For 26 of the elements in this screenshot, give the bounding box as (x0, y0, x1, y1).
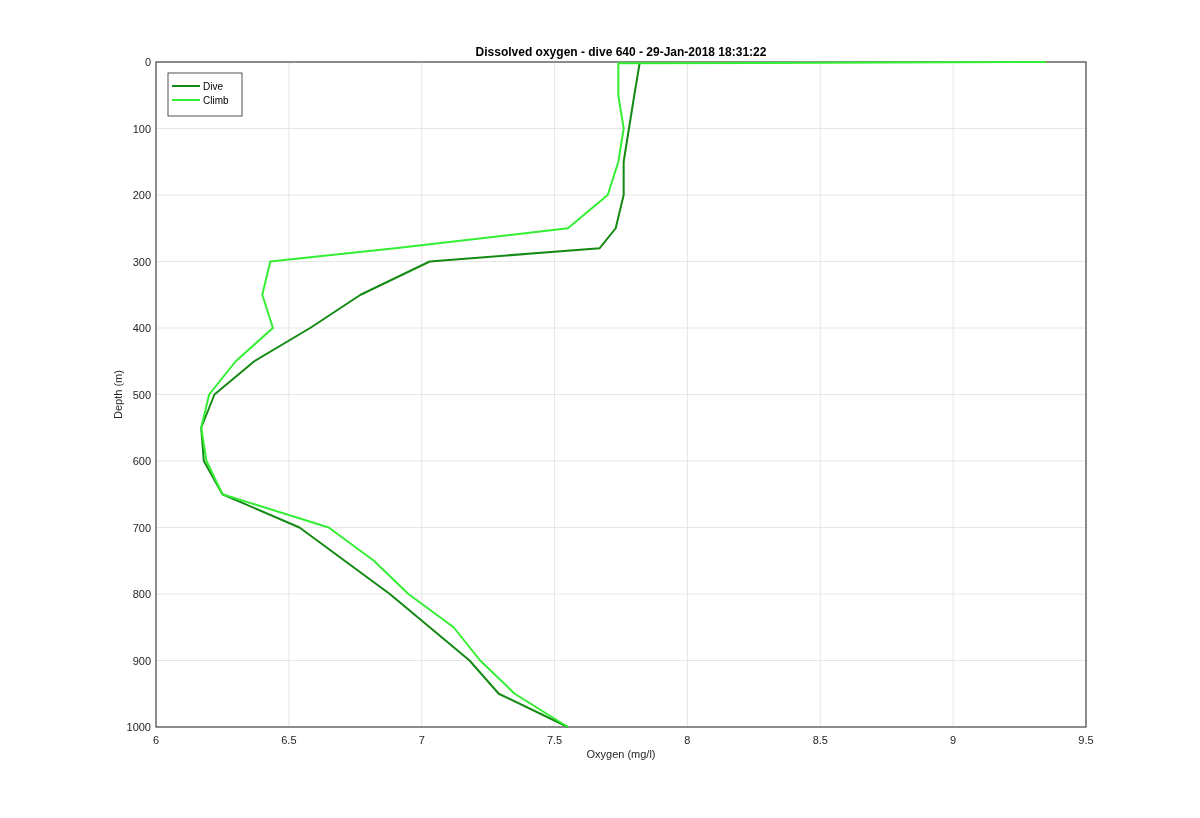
x-tick-label: 7 (418, 734, 425, 746)
y-tick-label: 200 (132, 189, 151, 201)
y-tick-label: 700 (132, 521, 151, 534)
y-tick-label: 100 (132, 122, 151, 135)
x-tick-label: 8 (684, 734, 691, 746)
x-tick-label: 7.5 (546, 734, 563, 746)
x-tick-label: 9.5 (1078, 734, 1094, 746)
x-tick-label: 8.5 (812, 734, 828, 746)
x-tick-label: 6.5 (281, 734, 297, 746)
y-tick-label: 400 (132, 322, 151, 334)
y-tick-label: 0 (144, 56, 151, 68)
y-tick-label: 800 (132, 588, 151, 600)
x-tick-label: 9 (950, 734, 957, 746)
y-tick-label: 900 (132, 654, 151, 667)
y-axis-label: Depth (m) (112, 370, 124, 419)
x-axis-label: Oxygen (mg/l) (586, 748, 656, 760)
x-tick-label: 6 (152, 734, 160, 746)
y-tick-label: 500 (132, 388, 151, 401)
legend-label: Dive (203, 81, 223, 92)
y-tick-label: 600 (132, 455, 151, 467)
legend-line (171, 85, 201, 87)
y-tick-label: 300 (132, 255, 151, 268)
legend-line (171, 99, 201, 101)
y-tick-label: 1000 (126, 721, 151, 733)
legend-label: Climb (203, 95, 229, 106)
chart-title: Dissolved oxygen - dive 640 - 29-Jan-2018 18:31:22 (475, 45, 767, 59)
